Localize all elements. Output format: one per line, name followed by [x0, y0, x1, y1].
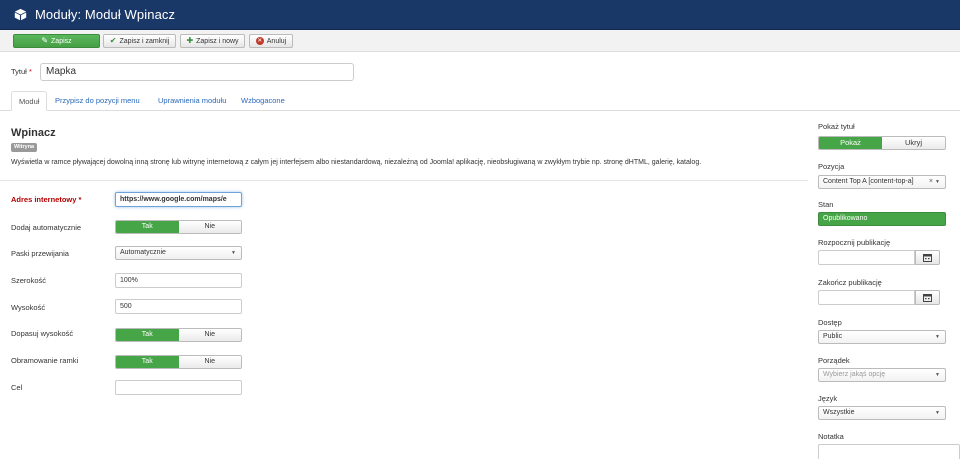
publish-up-label: Rozpocznij publikację	[818, 238, 891, 247]
position-select[interactable]: Content Top A [content-top-a] × ▼	[818, 175, 946, 189]
url-label: Adres internetowy *	[11, 195, 81, 204]
tab-advanced[interactable]: Wzbogacone	[241, 91, 285, 111]
auto-height-yes[interactable]: Tak	[116, 329, 179, 341]
module-description: Wyświetla w ramce pływającej dowolną inn…	[11, 159, 702, 166]
show-title-show[interactable]: Pokaż	[819, 137, 882, 149]
position-label: Pozycja	[818, 162, 845, 171]
publish-down-input[interactable]	[818, 290, 915, 305]
cube-icon	[14, 8, 27, 21]
width-input[interactable]: 100%	[115, 273, 242, 288]
note-input[interactable]	[818, 444, 960, 459]
access-select[interactable]: Public ▼	[818, 330, 946, 344]
language-select[interactable]: Wszystkie ▼	[818, 406, 946, 420]
save-new-label: Zapisz i nowy	[196, 37, 239, 45]
save-new-button[interactable]: ✚ Zapisz i nowy	[180, 34, 245, 48]
tab-menu-assignment[interactable]: Przypisz do pozycji menu	[55, 91, 140, 111]
module-name: Wpinacz	[11, 127, 56, 139]
publish-up-calendar-button[interactable]	[915, 250, 940, 265]
show-title-toggle: Pokaż Ukryj	[818, 136, 946, 150]
divider	[0, 180, 808, 181]
auto-add-yes[interactable]: Tak	[116, 221, 179, 233]
note-label: Notatka	[818, 432, 844, 441]
height-input[interactable]: 500	[115, 299, 242, 314]
clear-icon[interactable]: ×	[929, 176, 933, 188]
ordering-select[interactable]: Wybierz jakąś opcję ▼	[818, 368, 946, 382]
required-mark: *	[28, 67, 32, 76]
tab-bar: Moduł Przypisz do pozycji menu Uprawnien…	[0, 91, 960, 111]
auto-add-no[interactable]: Nie	[178, 221, 241, 233]
save-close-label: Zapisz i zamknij	[119, 37, 170, 45]
check-icon: ✔	[109, 36, 117, 45]
caret-down-icon: ▼	[935, 410, 940, 416]
caret-down-icon: ▼	[935, 372, 940, 378]
language-value: Wszystkie	[823, 409, 855, 416]
access-label: Dostęp	[818, 318, 842, 327]
caret-down-icon: ▼	[935, 334, 940, 340]
plus-icon: ✚	[186, 36, 194, 45]
access-value: Public	[823, 333, 843, 340]
publish-down-label: Zakończ publikację	[818, 278, 882, 287]
target-input[interactable]	[115, 380, 242, 395]
scrollbars-select[interactable]: Automatycznie ▼	[115, 246, 242, 260]
caret-down-icon: ▼	[231, 250, 236, 256]
ordering-placeholder: Wybierz jakąś opcję	[823, 371, 886, 378]
save-close-button[interactable]: ✔ Zapisz i zamknij	[103, 34, 176, 48]
width-label: Szerokość	[11, 276, 47, 285]
scrollbars-label: Paski przewijania	[11, 249, 69, 258]
title-input[interactable]: Mapka	[40, 63, 354, 81]
edit-icon: ✎	[41, 36, 49, 45]
frame-border-yes[interactable]: Tak	[116, 356, 179, 368]
auto-add-label: Dodaj automatycznie	[11, 223, 82, 232]
save-button[interactable]: ✎ Zapisz	[13, 34, 100, 48]
title-label-text: Tytuł	[11, 67, 27, 76]
show-title-label: Pokaż tytuł	[818, 122, 855, 131]
page-title: Moduły: Moduł Wpinacz	[35, 7, 176, 22]
publish-up-input[interactable]	[818, 250, 915, 265]
save-label: Zapisz	[51, 37, 72, 45]
tab-module[interactable]: Moduł	[11, 91, 48, 111]
scrollbars-value: Automatycznie	[120, 249, 166, 256]
frame-border-toggle: Tak Nie	[115, 355, 242, 369]
publish-down-calendar-button[interactable]	[915, 290, 940, 305]
site-badge: Witryna	[11, 143, 38, 152]
calendar-icon	[923, 293, 932, 302]
auto-height-label: Dopasuj wysokość	[11, 329, 74, 338]
cancel-label: Anuluj	[266, 37, 287, 45]
state-label: Stan	[818, 200, 834, 209]
frame-border-label: Obramowanie ramki	[11, 356, 79, 365]
height-label: Wysokość	[11, 303, 46, 312]
target-label: Cel	[11, 383, 23, 392]
auto-add-toggle: Tak Nie	[115, 220, 242, 234]
language-label: Język	[818, 394, 838, 403]
position-value: Content Top A [content-top-a]	[823, 178, 914, 185]
tab-permissions[interactable]: Uprawnienia modułu	[158, 91, 226, 111]
required-mark: *	[78, 195, 82, 204]
caret-down-icon: ▼	[935, 179, 940, 185]
cancel-button[interactable]: ✕ Anuluj	[249, 34, 293, 48]
state-select[interactable]: Opublikowano	[818, 212, 946, 226]
auto-height-no[interactable]: Nie	[178, 329, 241, 341]
url-input[interactable]: https://www.google.com/maps/e	[115, 192, 242, 207]
ordering-label: Porządek	[818, 356, 850, 365]
frame-border-no[interactable]: Nie	[178, 356, 241, 368]
close-circle-icon: ✕	[255, 37, 264, 45]
calendar-icon	[923, 253, 932, 262]
url-label-text: Adres internetowy	[11, 195, 77, 204]
toolbar: ✎ Zapisz ✔ Zapisz i zamknij ✚ Zapisz i n…	[0, 30, 960, 52]
title-label: Tytuł *	[11, 67, 32, 76]
show-title-hide[interactable]: Ukryj	[882, 137, 945, 149]
auto-height-toggle: Tak Nie	[115, 328, 242, 342]
page-header: Moduły: Moduł Wpinacz	[0, 0, 960, 30]
